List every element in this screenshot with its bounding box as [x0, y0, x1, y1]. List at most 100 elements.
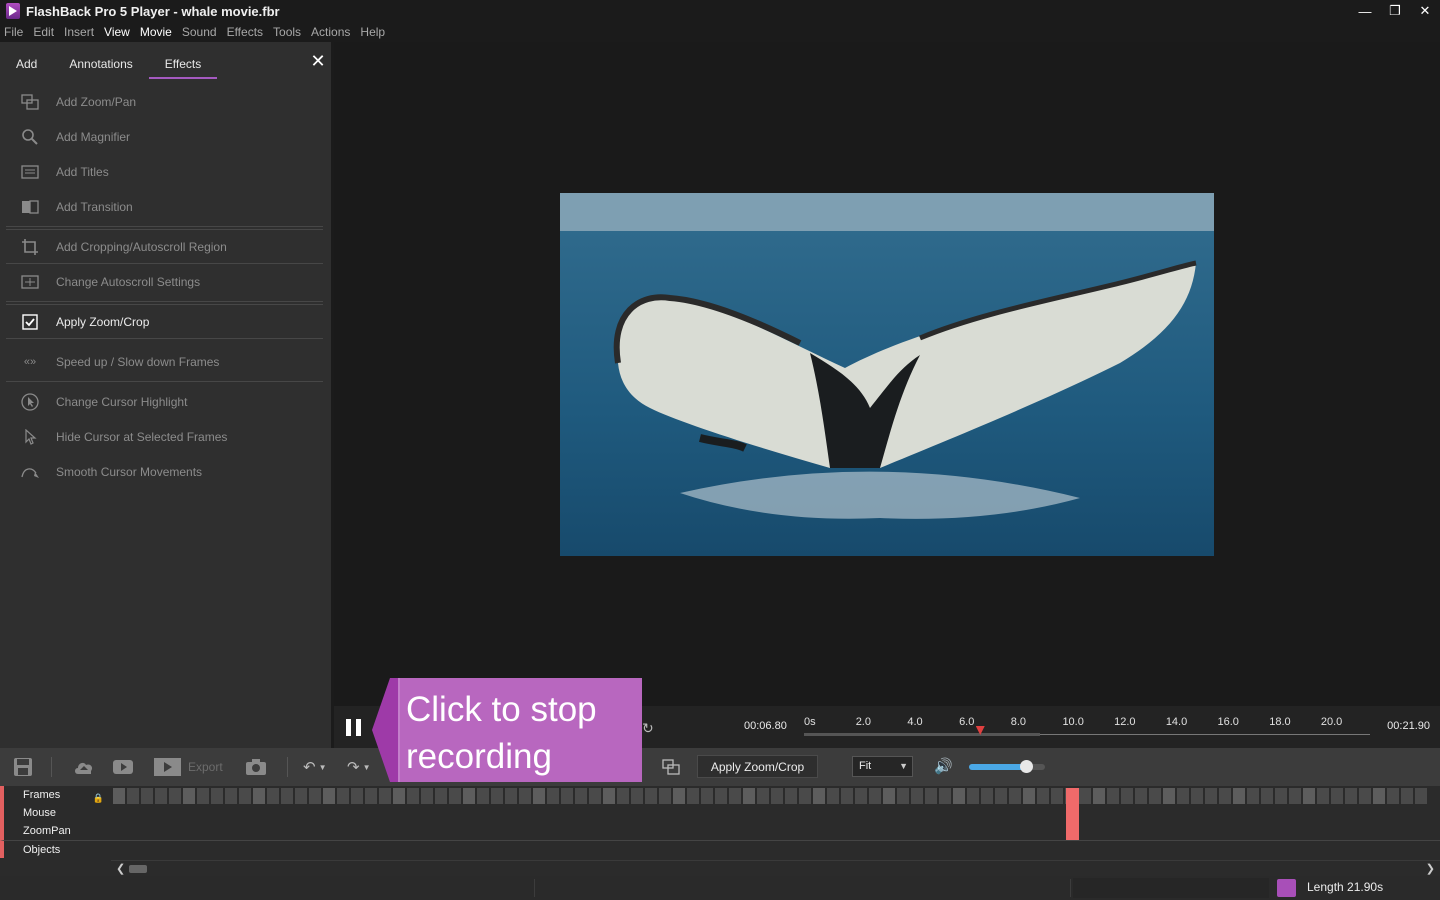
frame-cell[interactable] [407, 788, 419, 804]
track-mouse[interactable]: Mouse [0, 804, 111, 822]
frame-cell[interactable] [729, 788, 741, 804]
frame-cell[interactable] [197, 788, 209, 804]
frame-cell[interactable] [1261, 788, 1273, 804]
frame-cell[interactable] [561, 788, 573, 804]
frame-cell[interactable] [1177, 788, 1189, 804]
effect-add-cropping-region[interactable]: Add Cropping/Autoscroll Region [6, 229, 323, 264]
menu-help[interactable]: Help [360, 25, 385, 39]
frame-cell[interactable] [1079, 788, 1091, 804]
frame-cell[interactable] [1247, 788, 1259, 804]
camera-icon[interactable] [245, 756, 267, 778]
current-frame-marker[interactable] [1066, 788, 1079, 840]
frame-cell[interactable] [1303, 788, 1315, 804]
stop-recording-callout[interactable]: Click to stop recording [372, 678, 642, 782]
frame-cell[interactable] [1401, 788, 1413, 804]
scroll-left-icon[interactable]: ❮ [116, 862, 125, 875]
menu-view[interactable]: View [104, 25, 130, 39]
frame-cell[interactable] [365, 788, 377, 804]
tab-annotations[interactable]: Annotations [53, 43, 148, 79]
menu-actions[interactable]: Actions [311, 25, 350, 39]
pause-button[interactable] [346, 719, 362, 736]
frame-cell[interactable] [897, 788, 909, 804]
frame-cell[interactable] [505, 788, 517, 804]
zoom-fit-select[interactable]: Fit ▼ [852, 756, 913, 777]
frame-cell[interactable] [575, 788, 587, 804]
tab-add[interactable]: Add [0, 43, 53, 79]
frame-cell[interactable] [925, 788, 937, 804]
frame-cell[interactable] [1205, 788, 1217, 804]
effect-apply-zoom-crop[interactable]: Apply Zoom/Crop [6, 304, 323, 339]
tab-effects[interactable]: Effects [148, 43, 218, 79]
frame-cell[interactable] [995, 788, 1007, 804]
frame-cell[interactable] [631, 788, 643, 804]
track-objects[interactable]: Objects [0, 840, 111, 858]
frame-cell[interactable] [869, 788, 881, 804]
checkbox-checked-icon[interactable] [19, 311, 41, 333]
effect-add-magnifier[interactable]: Add Magnifier [6, 119, 323, 154]
frame-cell[interactable] [603, 788, 615, 804]
frame-cell[interactable] [1275, 788, 1287, 804]
menu-tools[interactable]: Tools [273, 25, 301, 39]
close-icon[interactable]: ✕ [1410, 0, 1440, 22]
frame-cell[interactable] [295, 788, 307, 804]
effect-hide-cursor[interactable]: Hide Cursor at Selected Frames [6, 419, 323, 454]
frame-cell[interactable] [1289, 788, 1301, 804]
frame-cell[interactable] [281, 788, 293, 804]
frame-cell[interactable] [645, 788, 657, 804]
frame-cell[interactable] [911, 788, 923, 804]
frame-cell[interactable] [1135, 788, 1147, 804]
frame-cell[interactable] [1037, 788, 1049, 804]
frame-cell[interactable] [1107, 788, 1119, 804]
frame-cell[interactable] [1219, 788, 1231, 804]
frame-cell[interactable] [449, 788, 461, 804]
frame-cell[interactable] [1359, 788, 1371, 804]
frame-cell[interactable] [477, 788, 489, 804]
frame-cell[interactable] [1415, 788, 1427, 804]
frame-cell[interactable] [799, 788, 811, 804]
frame-cell[interactable] [351, 788, 363, 804]
frame-cell[interactable] [1233, 788, 1245, 804]
frame-cell[interactable] [953, 788, 965, 804]
frame-cell[interactable] [1345, 788, 1357, 804]
frame-cell[interactable] [1023, 788, 1035, 804]
upload-icon[interactable] [73, 756, 95, 778]
frame-cell[interactable] [113, 788, 125, 804]
frame-cell[interactable] [785, 788, 797, 804]
save-icon[interactable] [13, 756, 33, 778]
effect-change-autoscroll[interactable]: Change Autoscroll Settings [6, 264, 323, 299]
frame-cell[interactable] [337, 788, 349, 804]
share-icon[interactable] [1277, 879, 1296, 897]
effect-add-titles[interactable]: Add Titles [6, 154, 323, 189]
effect-add-transition[interactable]: Add Transition [6, 189, 323, 224]
frame-cell[interactable] [547, 788, 559, 804]
frame-cell[interactable] [659, 788, 671, 804]
menu-edit[interactable]: Edit [33, 25, 54, 39]
frame-cell[interactable] [841, 788, 853, 804]
frame-cell[interactable] [393, 788, 405, 804]
frame-cell[interactable] [155, 788, 167, 804]
frame-cell[interactable] [1387, 788, 1399, 804]
effect-smooth-cursor[interactable]: Smooth Cursor Movements [6, 454, 323, 489]
frame-cell[interactable] [981, 788, 993, 804]
minimize-icon[interactable]: — [1350, 0, 1380, 22]
frame-cell[interactable] [827, 788, 839, 804]
frame-cell[interactable] [771, 788, 783, 804]
frame-cell[interactable] [225, 788, 237, 804]
frame-cell[interactable] [183, 788, 195, 804]
frame-cell[interactable] [1317, 788, 1329, 804]
frame-cell[interactable] [1149, 788, 1161, 804]
frame-cell[interactable] [939, 788, 951, 804]
frame-cell[interactable] [127, 788, 139, 804]
frame-cell[interactable] [1191, 788, 1203, 804]
frame-cell[interactable] [1009, 788, 1021, 804]
export-button[interactable]: Export [154, 756, 223, 778]
apply-zoom-crop-button[interactable]: Apply Zoom/Crop [697, 755, 818, 778]
frame-cell[interactable] [211, 788, 223, 804]
frame-cell[interactable] [1163, 788, 1175, 804]
volume-handle[interactable] [1020, 760, 1033, 773]
scroll-right-icon[interactable]: ❯ [1426, 862, 1435, 875]
frames-strip[interactable] [113, 788, 1427, 804]
frame-cell[interactable] [855, 788, 867, 804]
menu-sound[interactable]: Sound [182, 25, 217, 39]
frame-cell[interactable] [169, 788, 181, 804]
